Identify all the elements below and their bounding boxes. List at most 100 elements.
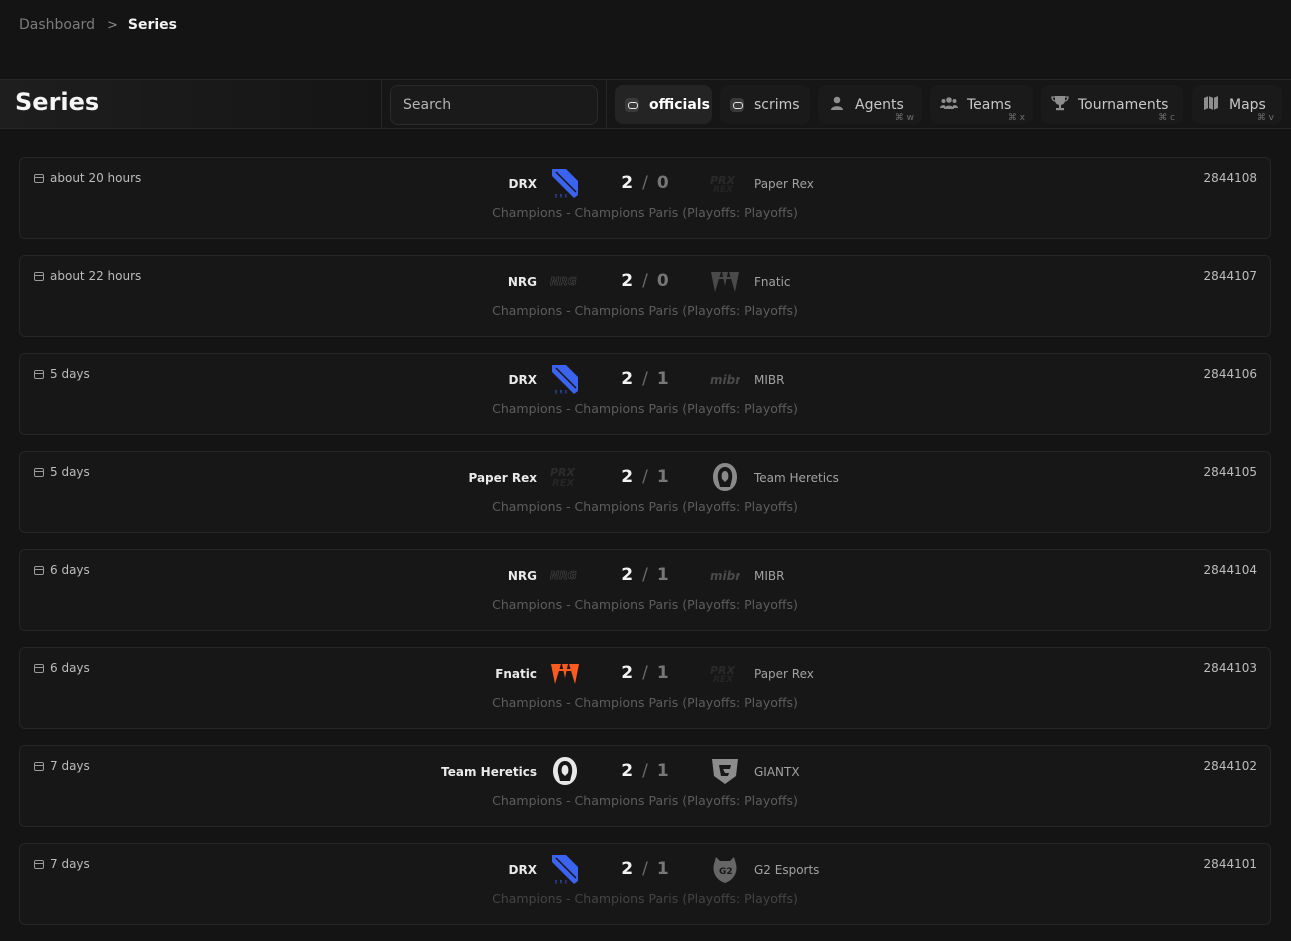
series-id: 2844102	[1203, 759, 1257, 773]
calendar-icon	[34, 467, 44, 477]
scrims-icon	[730, 97, 744, 112]
team-b-name[interactable]: GIANTX	[754, 765, 800, 779]
calendar-icon	[34, 761, 44, 771]
series-score: 2 / 0	[621, 173, 668, 193]
tab-maps[interactable]: Maps ⌘ v	[1192, 85, 1282, 124]
time-label: 6 days	[50, 563, 90, 577]
tab-agents[interactable]: Agents ⌘ w	[818, 85, 922, 124]
time-label: about 22 hours	[50, 269, 142, 283]
score-b: 0	[656, 271, 669, 291]
series-row[interactable]: 7 days Team Heretics 2 / 1 GIANTX Champions - …	[19, 745, 1271, 827]
event-name: Champions - Champions Paris (Playoffs: P…	[492, 499, 798, 514]
toolbar: Series officials scrims Agents ⌘ w Teams…	[0, 79, 1291, 129]
shortcut-hint: ⌘ c	[1158, 113, 1175, 123]
tab-tournaments[interactable]: Tournaments ⌘ c	[1041, 85, 1183, 124]
event-name: Champions - Champions Paris (Playoffs: P…	[492, 401, 798, 416]
mibr-logo-icon: mibr	[710, 560, 742, 590]
mibr-logo-icon: mibr	[710, 364, 742, 394]
fnatic-logo-icon	[710, 266, 740, 296]
nrg-logo-icon: NRG	[550, 266, 580, 296]
score-b: 1	[656, 467, 669, 487]
score-a: 2	[621, 663, 634, 683]
prx-logo-icon: PRX REX	[550, 462, 580, 492]
drx-logo-icon: D R X	[550, 854, 580, 885]
svg-text:REX: REX	[552, 478, 576, 489]
team-a-name[interactable]: NRG	[508, 275, 537, 289]
svg-text:NRG: NRG	[550, 569, 577, 582]
svg-text:D R X: D R X	[555, 390, 568, 395]
drx-logo-icon: D R X	[550, 168, 580, 199]
chevron-right-icon: >	[106, 17, 118, 33]
time-label: about 20 hours	[50, 171, 142, 185]
svg-text:REX: REX	[713, 185, 734, 195]
series-id: 2844105	[1203, 465, 1257, 479]
score-b: 1	[656, 369, 669, 389]
score-a: 2	[621, 369, 634, 389]
team-a-name[interactable]: Fnatic	[495, 667, 537, 681]
score-a: 2	[621, 859, 634, 879]
tab-label: Tournaments	[1078, 96, 1169, 113]
shortcut-hint: ⌘ x	[1007, 113, 1025, 123]
event-name: Champions - Champions Paris (Playoffs: P…	[492, 597, 798, 612]
search-input[interactable]	[390, 85, 598, 125]
time-label: 7 days	[50, 759, 90, 773]
series-score: 2 / 1	[621, 565, 668, 585]
breadcrumb-dashboard-link[interactable]: Dashboard	[19, 17, 95, 33]
team-a-name[interactable]: NRG	[508, 569, 537, 583]
tab-teams[interactable]: Teams ⌘ x	[930, 85, 1033, 124]
series-row[interactable]: 5 days Paper Rex PRX REX 2 / 1 Team Heretics Cha…	[19, 451, 1271, 533]
series-row[interactable]: about 22 hours NRG NRG 2 / 0 Fnatic Champions -…	[19, 255, 1271, 337]
team-a-name[interactable]: DRX	[509, 863, 537, 877]
score-b: 1	[656, 761, 669, 781]
series-time: 5 days	[34, 367, 90, 381]
team-a-name[interactable]: Team Heretics	[441, 765, 537, 779]
officials-icon	[625, 97, 639, 112]
tab-label: scrims	[754, 96, 800, 113]
series-list: about 20 hours DRX D R X 2 / 0 PRX REX Paper Rex…	[19, 157, 1271, 941]
series-row[interactable]: 7 days DRX D R X 2 / 1 G2 G2 Esports Champions -…	[19, 843, 1271, 925]
score-a: 2	[621, 761, 634, 781]
series-score: 2 / 0	[621, 271, 669, 291]
users-icon	[940, 95, 958, 115]
calendar-icon	[34, 271, 44, 281]
user-icon	[828, 95, 846, 115]
series-row[interactable]: 6 days Fnatic 2 / 1 PRX REX Paper Rex Champions …	[19, 647, 1271, 729]
team-b-name[interactable]: G2 Esports	[754, 863, 819, 877]
team-b-name[interactable]: MIBR	[754, 569, 784, 583]
heretics-logo-icon	[710, 462, 740, 492]
svg-text:G2: G2	[719, 867, 733, 877]
calendar-icon	[34, 173, 44, 183]
score-a: 2	[621, 271, 634, 291]
series-time: about 22 hours	[34, 269, 141, 283]
svg-text:REX: REX	[713, 675, 734, 685]
tab-officials[interactable]: officials	[615, 85, 712, 124]
map-icon	[1202, 95, 1220, 115]
team-b-name[interactable]: MIBR	[754, 373, 784, 387]
series-id: 2844104	[1203, 563, 1257, 577]
series-row[interactable]: 5 days DRX D R X 2 / 1 mibr MIBR Champions - Cha…	[19, 353, 1271, 435]
series-time: about 20 hours	[34, 171, 141, 185]
team-a-name[interactable]: DRX	[509, 177, 537, 191]
svg-text:D R X: D R X	[555, 880, 568, 885]
team-b-name[interactable]: Paper Rex	[754, 177, 814, 191]
time-label: 7 days	[50, 857, 90, 871]
team-b-name[interactable]: Paper Rex	[754, 667, 814, 681]
tab-scrims[interactable]: scrims	[720, 85, 810, 124]
event-name: Champions - Champions Paris (Playoffs: P…	[492, 205, 798, 220]
trophy-icon	[1051, 95, 1069, 115]
series-time: 6 days	[34, 563, 90, 577]
team-a-name[interactable]: Paper Rex	[468, 471, 537, 485]
series-row[interactable]: about 20 hours DRX D R X 2 / 0 PRX REX Paper Rex…	[19, 157, 1271, 239]
score-separator: /	[642, 663, 648, 683]
series-id: 2844103	[1203, 661, 1257, 675]
prx-logo-icon: PRX REX	[710, 658, 740, 688]
series-row[interactable]: 6 days NRG NRG 2 / 1 mibr MIBR Champions - Champ…	[19, 549, 1271, 631]
team-b-name[interactable]: Fnatic	[754, 275, 791, 289]
team-a-name[interactable]: DRX	[509, 373, 537, 387]
event-name: Champions - Champions Paris (Playoffs: P…	[492, 891, 798, 906]
svg-text:mibr: mibr	[710, 569, 740, 583]
team-b-name[interactable]: Team Heretics	[754, 471, 839, 485]
series-time: 5 days	[34, 465, 90, 479]
series-score: 2 / 1	[621, 859, 668, 879]
toolbar-divider	[606, 80, 607, 128]
